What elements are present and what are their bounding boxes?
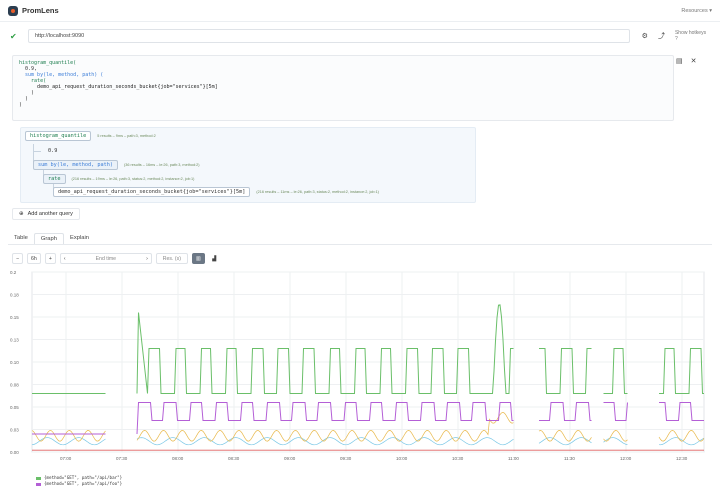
query-tree-view: histogram_quantile 5 results – 9ms – pat… — [20, 127, 476, 203]
y-tick-label: 0.00 — [10, 450, 19, 455]
end-time-input[interactable]: ‹ End time › — [59, 253, 152, 264]
x-tick-label: 09:30 — [340, 456, 352, 461]
range-increase-button[interactable]: + — [44, 253, 56, 264]
x-tick-label: 10:00 — [396, 456, 408, 461]
tree-node-meta: (216 results – 11ms – le:26, path:3, sta… — [256, 190, 379, 194]
tree-node-label[interactable]: histogram_quantile — [25, 131, 92, 141]
tree-node-meta: (36 results – 16ms – le:26, path:3, meth… — [123, 163, 200, 167]
x-tick-label: 07:30 — [116, 456, 128, 461]
share-icon[interactable]: ⤴ — [658, 31, 665, 41]
top-navbar: PromLens Resources ▾ — [0, 0, 720, 22]
x-tick-label: 11:00 — [508, 456, 519, 461]
tree-node[interactable]: histogram_quantile 5 results – 9ms – pat… — [25, 131, 156, 141]
plus-icon: ⊕ — [19, 211, 24, 217]
tree-node[interactable]: 0.9 — [43, 146, 62, 156]
range-decrease-button[interactable]: − — [12, 253, 24, 264]
stacked-chart-icon[interactable]: ▟ — [208, 253, 220, 264]
chevron-right-icon[interactable]: › — [146, 256, 148, 262]
y-tick-label: 0.13 — [10, 338, 19, 343]
resources-dropdown[interactable]: Resources ▾ — [681, 8, 712, 14]
server-url-input[interactable]: http://localhost:9090 — [27, 29, 630, 43]
editor-line: ) — [19, 102, 23, 108]
resolution-input[interactable]: Res. (s) — [155, 253, 188, 264]
y-tick-label: 0.15 — [10, 315, 19, 320]
y-tick-label: 0.03 — [10, 428, 19, 433]
promlens-logo-icon — [8, 5, 18, 16]
format-query-icon[interactable]: ▤ — [676, 57, 683, 65]
y-tick-label: 0.08 — [10, 383, 19, 388]
x-tick-label: 12:00 — [620, 456, 632, 461]
legend-swatch — [36, 476, 41, 480]
tree-node-meta: 5 results – 9ms – path:3, method:2 — [97, 134, 156, 138]
tree-node-label[interactable]: sum by(le, method, path) — [33, 160, 118, 170]
tree-node-label[interactable]: 0.9 — [43, 146, 62, 156]
add-query-button[interactable]: ⊕ Add another query — [12, 208, 80, 220]
x-tick-label: 07:00 — [60, 456, 72, 461]
graph-panel: 0.2 0.18 0.15 0.13 0.10 0.08 0.05 0.03 0.00 07:00… — [8, 266, 712, 478]
x-tick-label: 11:30 — [564, 456, 575, 461]
tree-node[interactable]: sum by(le, method, path) (36 results – 1… — [33, 160, 200, 170]
remove-query-icon[interactable]: ✕ — [691, 57, 697, 65]
graph-legend: {method="GET", path="/api/bar"} {method=… — [36, 475, 122, 487]
tree-node[interactable]: demo_api_request_duration_seconds_bucket… — [53, 187, 379, 197]
x-tick-label: 09:00 — [284, 456, 296, 461]
range-input[interactable]: 6h — [27, 253, 41, 264]
x-tick-label: 12:30 — [676, 456, 688, 461]
tab-divider — [8, 244, 712, 245]
tree-node-label[interactable]: demo_api_request_duration_seconds_bucket… — [53, 187, 251, 197]
settings-gear-icon[interactable]: ⚙ — [642, 32, 648, 40]
server-url-bar: ✔ http://localhost:9090 ⚙ ⤴ Show hotkeys… — [0, 26, 720, 46]
legend-item[interactable]: {method="GET", path="/api/foo"} — [36, 481, 122, 487]
tree-node[interactable]: rate (216 results – 19ms – le:26, path:3… — [43, 174, 194, 184]
y-tick-label: 0.2 — [10, 270, 17, 275]
legend-swatch — [36, 482, 41, 486]
tree-node-label[interactable]: rate — [43, 174, 66, 184]
x-tick-label: 08:30 — [228, 456, 240, 461]
chevron-left-icon[interactable]: ‹ — [64, 256, 66, 262]
line-chart-icon[interactable]: ▥ — [191, 253, 205, 264]
y-tick-label: 0.18 — [10, 293, 19, 298]
time-series-chart[interactable]: 0.2 0.18 0.15 0.13 0.10 0.08 0.05 0.03 0.00 07:00… — [8, 266, 712, 478]
x-tick-label: 08:00 — [172, 456, 184, 461]
graph-controls: − 6h + ‹ End time › Res. (s) ▥ ▟ — [12, 253, 220, 264]
app-name: PromLens — [22, 6, 59, 15]
y-tick-label: 0.10 — [10, 360, 19, 365]
brand[interactable]: PromLens — [8, 5, 59, 16]
tree-node-meta: (216 results – 19ms – le:26, path:3, sta… — [71, 177, 195, 181]
promql-editor[interactable]: histogram_quantile( 0.9, sum by(le, meth… — [12, 55, 674, 121]
x-tick-label: 10:30 — [452, 456, 464, 461]
connected-check-icon: ✔ — [10, 31, 17, 41]
show-hotkeys-button[interactable]: Show hotkeys ? — [675, 30, 710, 42]
y-tick-label: 0.05 — [10, 405, 19, 410]
